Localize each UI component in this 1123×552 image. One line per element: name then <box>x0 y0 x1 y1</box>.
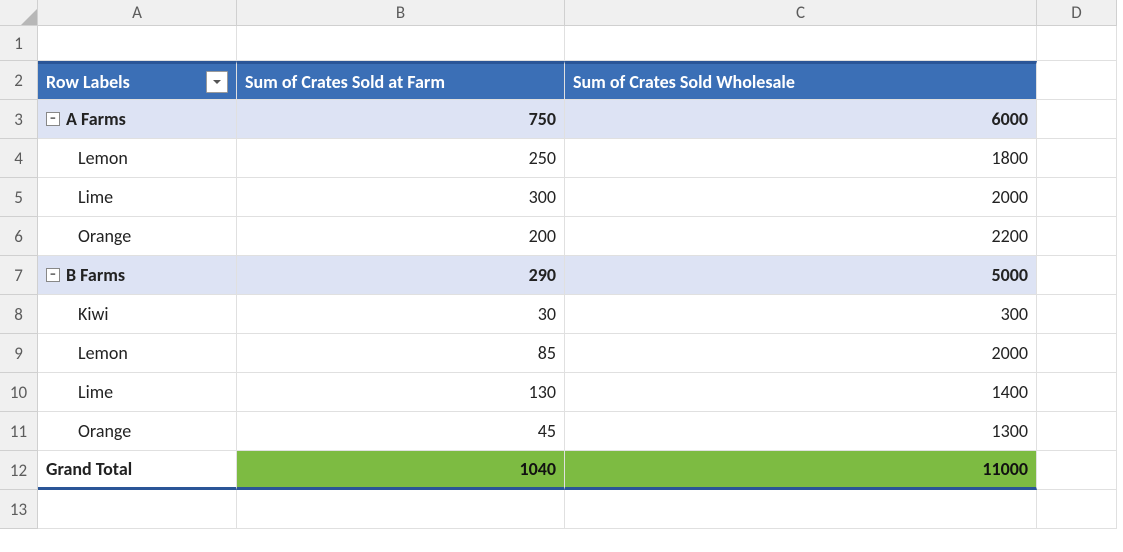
cell-D11[interactable] <box>1037 412 1117 451</box>
row-header-9[interactable]: 9 <box>0 334 38 373</box>
pivot-row-lime-a-v1[interactable]: 300 <box>237 178 565 217</box>
col-header-D[interactable]: D <box>1037 0 1117 26</box>
pivot-rowlabels-text: Row Labels <box>46 71 130 93</box>
pivot-row-orange-a-v1[interactable]: 200 <box>237 217 565 256</box>
row-header-2[interactable]: 2 <box>0 61 38 100</box>
pivot-row-lime-b[interactable]: Lime <box>38 373 237 412</box>
pivot-rowlabels-header[interactable]: Row Labels <box>38 61 237 100</box>
pivot-row-kiwi-b-v1[interactable]: 30 <box>237 295 565 334</box>
row-header-11[interactable]: 11 <box>0 412 38 451</box>
pivot-row-orange-b-v2[interactable]: 1300 <box>565 412 1037 451</box>
row-header-6[interactable]: 6 <box>0 217 38 256</box>
chevron-down-icon <box>211 76 223 88</box>
col-header-A[interactable]: A <box>38 0 237 26</box>
collapse-icon[interactable]: − <box>46 268 60 282</box>
cell-D13[interactable] <box>1037 490 1117 529</box>
row-header-7[interactable]: 7 <box>0 256 38 295</box>
select-all-corner[interactable] <box>0 0 38 26</box>
pivot-value1-header[interactable]: Sum of Crates Sold at Farm <box>237 61 565 100</box>
pivot-group-b-farms-v1[interactable]: 290 <box>237 256 565 295</box>
pivot-row-orange-b[interactable]: Orange <box>38 412 237 451</box>
pivot-row-lemon-a-v2[interactable]: 1800 <box>565 139 1037 178</box>
cell-B1[interactable] <box>237 26 565 61</box>
cell-D7[interactable] <box>1037 256 1117 295</box>
row-header-13[interactable]: 13 <box>0 490 38 529</box>
pivot-row-lime-a-v2[interactable]: 2000 <box>565 178 1037 217</box>
cell-D4[interactable] <box>1037 139 1117 178</box>
cell-C1[interactable] <box>565 26 1037 61</box>
cell-C13[interactable] <box>565 490 1037 529</box>
pivot-group-b-farms-v2[interactable]: 5000 <box>565 256 1037 295</box>
row-header-3[interactable]: 3 <box>0 100 38 139</box>
pivot-group-b-farms[interactable]: − B Farms <box>38 256 237 295</box>
pivot-group-b-farms-label: B Farms <box>66 264 125 286</box>
row-header-8[interactable]: 8 <box>0 295 38 334</box>
row-header-10[interactable]: 10 <box>0 373 38 412</box>
row-filter-dropdown[interactable] <box>206 71 228 93</box>
cell-D6[interactable] <box>1037 217 1117 256</box>
pivot-row-lime-b-v2[interactable]: 1400 <box>565 373 1037 412</box>
pivot-row-lemon-b-v2[interactable]: 2000 <box>565 334 1037 373</box>
cell-D3[interactable] <box>1037 100 1117 139</box>
pivot-group-a-farms-v2[interactable]: 6000 <box>565 100 1037 139</box>
cell-D1[interactable] <box>1037 26 1117 61</box>
pivot-grand-total-label[interactable]: Grand Total <box>38 451 237 490</box>
col-header-B[interactable]: B <box>237 0 565 26</box>
pivot-group-a-farms-label: A Farms <box>66 108 126 130</box>
pivot-row-kiwi-b[interactable]: Kiwi <box>38 295 237 334</box>
cell-A13[interactable] <box>38 490 237 529</box>
collapse-icon[interactable]: − <box>46 112 60 126</box>
col-header-C[interactable]: C <box>565 0 1037 26</box>
pivot-value2-header-text: Sum of Crates Sold Wholesale <box>573 71 795 93</box>
pivot-row-lemon-a-v1[interactable]: 250 <box>237 139 565 178</box>
cell-D9[interactable] <box>1037 334 1117 373</box>
pivot-group-a-farms[interactable]: − A Farms <box>38 100 237 139</box>
cell-D10[interactable] <box>1037 373 1117 412</box>
cell-D2[interactable] <box>1037 61 1117 100</box>
spreadsheet-grid: A B C D 1 2 Row Labels Sum of Crates Sol… <box>0 0 1123 529</box>
pivot-value2-header[interactable]: Sum of Crates Sold Wholesale <box>565 61 1037 100</box>
pivot-row-lime-b-v1[interactable]: 130 <box>237 373 565 412</box>
cell-D8[interactable] <box>1037 295 1117 334</box>
cell-D5[interactable] <box>1037 178 1117 217</box>
pivot-row-orange-a-v2[interactable]: 2200 <box>565 217 1037 256</box>
pivot-row-kiwi-b-v2[interactable]: 300 <box>565 295 1037 334</box>
pivot-row-lemon-b[interactable]: Lemon <box>38 334 237 373</box>
pivot-row-lemon-a[interactable]: Lemon <box>38 139 237 178</box>
pivot-group-a-farms-v1[interactable]: 750 <box>237 100 565 139</box>
pivot-row-orange-b-v1[interactable]: 45 <box>237 412 565 451</box>
row-header-5[interactable]: 5 <box>0 178 38 217</box>
cell-B13[interactable] <box>237 490 565 529</box>
row-header-12[interactable]: 12 <box>0 451 38 490</box>
pivot-row-orange-a[interactable]: Orange <box>38 217 237 256</box>
cell-D12[interactable] <box>1037 451 1117 490</box>
pivot-row-lime-a[interactable]: Lime <box>38 178 237 217</box>
row-header-1[interactable]: 1 <box>0 26 38 61</box>
row-header-4[interactable]: 4 <box>0 139 38 178</box>
pivot-value1-header-text: Sum of Crates Sold at Farm <box>245 71 445 93</box>
pivot-grand-total-v2[interactable]: 11000 <box>565 451 1037 490</box>
pivot-grand-total-v1[interactable]: 1040 <box>237 451 565 490</box>
cell-A1[interactable] <box>38 26 237 61</box>
pivot-row-lemon-b-v1[interactable]: 85 <box>237 334 565 373</box>
